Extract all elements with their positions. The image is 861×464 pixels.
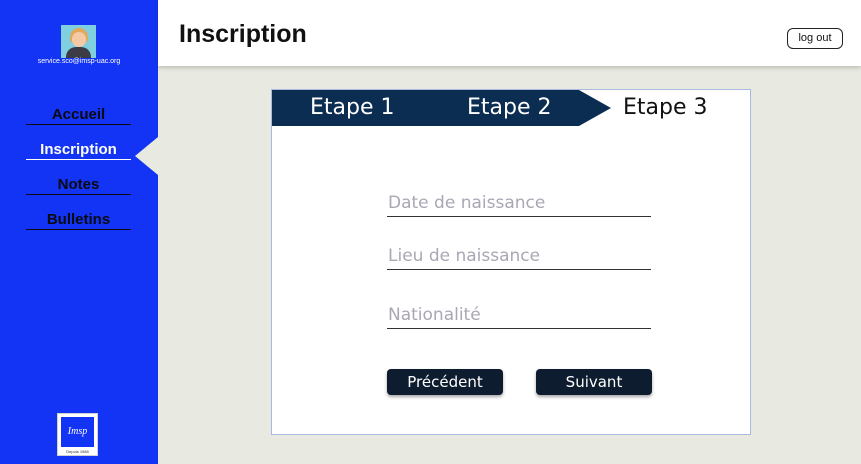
sidebar-item-bulletins[interactable]: Bulletins: [26, 211, 131, 230]
logo-caption: Depuis 1988: [66, 449, 89, 454]
step-1-label[interactable]: Etape 1: [310, 92, 395, 124]
birth-date-input[interactable]: [387, 191, 651, 216]
avatar-body: [66, 47, 91, 58]
step-2-label[interactable]: Etape 2: [467, 92, 552, 124]
nationality-field-wrapper: [387, 303, 651, 329]
step-progress-bar: Etape 1 Etape 2 Etape 3: [272, 90, 750, 126]
logo-mark: Imsp: [61, 417, 94, 447]
user-email: service.sco@imsp-uac.org: [37, 58, 121, 65]
sidebar-item-inscription[interactable]: Inscription: [26, 141, 131, 160]
imsp-logo: Imsp Depuis 1988: [57, 413, 98, 456]
previous-button[interactable]: Précédent: [387, 369, 503, 395]
birth-place-field-wrapper: [387, 244, 651, 270]
avatar-face: [72, 32, 86, 47]
header-bar: Inscription log out: [158, 0, 861, 66]
sidebar-item-accueil[interactable]: Accueil: [26, 106, 131, 125]
sidebar-item-notes[interactable]: Notes: [26, 176, 131, 195]
page-title: Inscription: [179, 20, 307, 48]
step-3-label[interactable]: Etape 3: [623, 92, 708, 124]
registration-card: Etape 1 Etape 2 Etape 3 Précédent Suivan…: [271, 89, 751, 435]
next-button[interactable]: Suivant: [536, 369, 652, 395]
sidebar: service.sco@imsp-uac.org Accueil Inscrip…: [0, 0, 158, 464]
birth-place-input[interactable]: [387, 244, 651, 269]
birth-date-field-wrapper: [387, 191, 651, 217]
logout-button[interactable]: log out: [787, 28, 843, 49]
user-avatar[interactable]: [61, 25, 96, 58]
nationality-input[interactable]: [387, 303, 651, 328]
active-item-indicator: [135, 137, 158, 175]
